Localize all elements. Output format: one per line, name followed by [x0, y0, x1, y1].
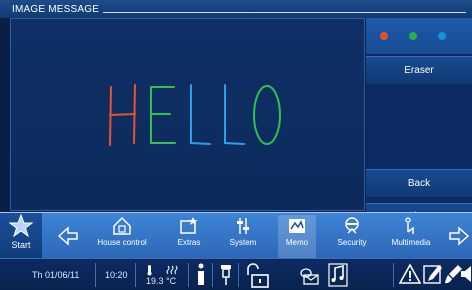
- handwritten-hello: [109, 84, 281, 146]
- nav-security[interactable]: Security: [330, 215, 374, 259]
- star-icon: [8, 213, 34, 238]
- extras-icon: [180, 217, 198, 234]
- status-time: 10:20: [105, 270, 128, 280]
- color-swatch-green[interactable]: [409, 32, 417, 40]
- nav-label-security: Security: [337, 238, 367, 247]
- status-date: Th 01/06/11: [32, 270, 80, 280]
- nav-extras[interactable]: Extras: [172, 215, 206, 259]
- speaker-icon[interactable]: [460, 263, 472, 285]
- arrow-left-icon[interactable]: [55, 225, 81, 247]
- nav-label-house-control: House control: [97, 238, 147, 247]
- nav-house-control[interactable]: House control: [94, 215, 150, 259]
- title-bar: IMAGE MESSAGE: [0, 0, 472, 18]
- music-note-icon[interactable]: [328, 263, 348, 287]
- nav-label-extras: Extras: [177, 238, 201, 247]
- start-button[interactable]: Start: [0, 213, 42, 259]
- status-bar: Th 01/06/11 10:20 19.3 °C: [0, 258, 472, 290]
- nav-label-memo: Memo: [285, 238, 309, 247]
- letter-l-1: [190, 84, 211, 145]
- back-button[interactable]: Back: [366, 169, 472, 197]
- system-icon: [237, 218, 249, 234]
- thermometer-heating-icon: [147, 265, 178, 276]
- eraser-button[interactable]: Eraser: [366, 56, 472, 84]
- multimedia-icon: [405, 217, 414, 234]
- memo-icon: [289, 219, 305, 233]
- color-swatch-red[interactable]: [380, 32, 388, 40]
- letter-l-2: [224, 84, 245, 145]
- window-title: IMAGE MESSAGE: [12, 4, 100, 15]
- status-temperature: 19.3 °C: [146, 276, 177, 286]
- drawing-canvas[interactable]: [10, 18, 365, 211]
- unlock-icon[interactable]: [244, 263, 272, 289]
- title-divider: [103, 12, 466, 13]
- nav-label-system: System: [229, 238, 257, 247]
- navigation-bar: Start House control Extras System Memo S…: [0, 212, 472, 259]
- house-icon: [113, 216, 131, 235]
- envelope-icon[interactable]: [298, 267, 320, 285]
- nav-memo[interactable]: Memo: [278, 215, 316, 259]
- color-palette: [366, 18, 472, 54]
- arrow-right-icon[interactable]: [446, 225, 472, 247]
- security-icon: [345, 217, 359, 234]
- nav-system[interactable]: System: [224, 215, 262, 259]
- nav-multimedia[interactable]: Multimedia: [388, 215, 434, 259]
- tools-panel: Eraser Back Continue ...: [366, 18, 472, 229]
- letter-e: [150, 86, 176, 144]
- letter-o: [253, 85, 281, 145]
- letter-h: [109, 84, 136, 146]
- warning-icon[interactable]: [399, 263, 421, 285]
- info-icon[interactable]: [194, 263, 208, 287]
- color-swatch-blue[interactable]: [438, 32, 446, 40]
- start-label: Start: [11, 240, 31, 250]
- nav-label-multimedia: Multimedia: [391, 238, 431, 247]
- edit-icon[interactable]: [422, 263, 444, 285]
- pin-icon[interactable]: [218, 263, 234, 287]
